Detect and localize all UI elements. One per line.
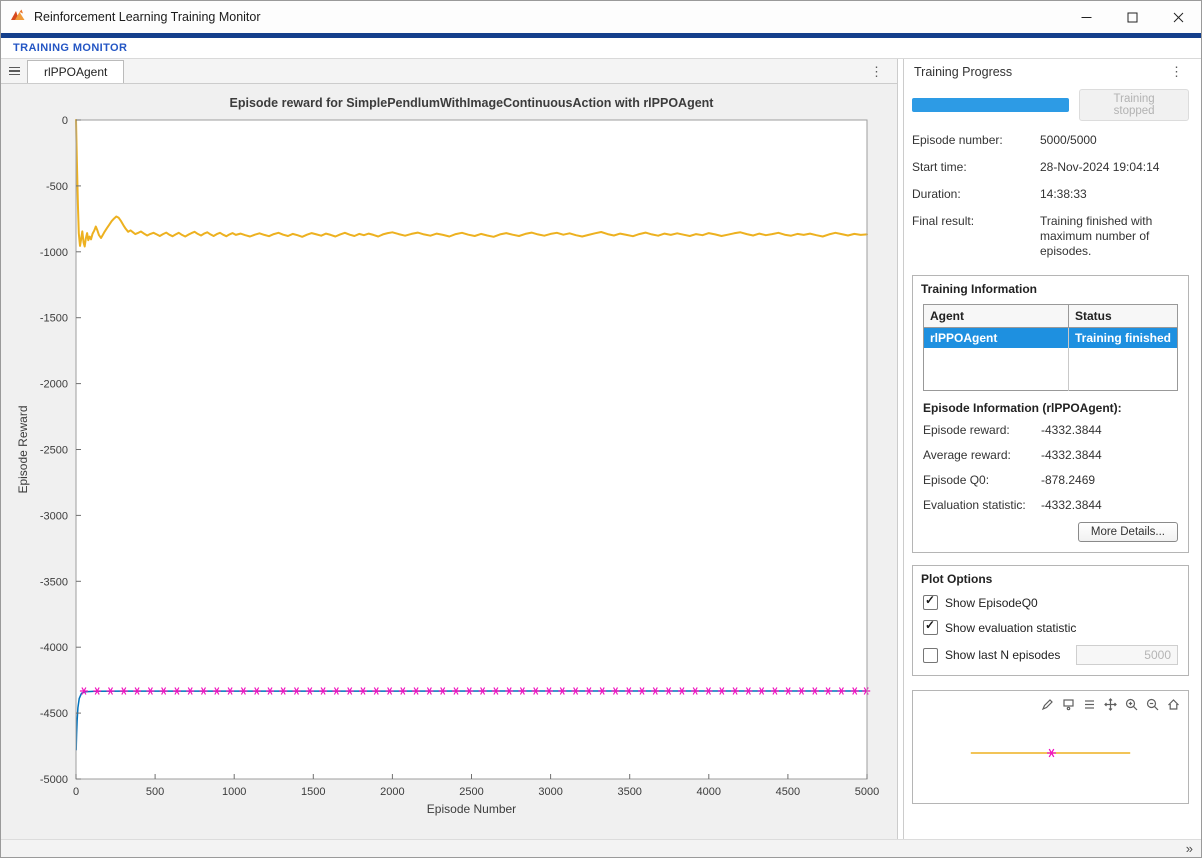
tab-training-monitor[interactable]: TRAINING MONITOR xyxy=(1,42,139,54)
svg-text:-3500: -3500 xyxy=(40,576,68,588)
plot-options-panel: Plot Options Show EpisodeQ0 Show evaluat… xyxy=(912,565,1189,676)
main-area: rlPPOAgent ⋮ 0 500 1000 1500 2000 2500 3000 350… xyxy=(1,59,1201,839)
datatip-icon[interactable] xyxy=(1059,695,1077,713)
field-label: Evaluation statistic: xyxy=(923,498,1041,512)
bottom-strip: » xyxy=(1,839,1201,857)
svg-text:2500: 2500 xyxy=(459,786,483,798)
close-button[interactable] xyxy=(1155,1,1201,33)
toolstrip: TRAINING MONITOR xyxy=(1,33,1201,59)
episode-information-fields: Episode reward: -4332.3844 Average rewar… xyxy=(913,417,1188,518)
minimize-button[interactable] xyxy=(1063,1,1109,33)
brush-icon[interactable] xyxy=(1038,695,1056,713)
episode-information-title: Episode Information (rlPPOAgent): xyxy=(913,391,1188,417)
maximize-button[interactable] xyxy=(1109,1,1155,33)
field-value: 28-Nov-2024 19:04:14 xyxy=(1040,160,1190,175)
svg-text:Episode Number: Episode Number xyxy=(427,802,516,816)
field-value: -4332.3844 xyxy=(1041,448,1178,462)
svg-text:2000: 2000 xyxy=(380,786,404,798)
svg-text:4500: 4500 xyxy=(776,786,800,798)
training-progress-pane: Training Progress ⋮ Training stopped Epi… xyxy=(903,59,1197,839)
field-label: Episode Q0: xyxy=(923,473,1041,487)
agent-status-table[interactable]: Agent Status rlPPOAgent Training finishe… xyxy=(923,304,1178,391)
svg-text:3000: 3000 xyxy=(538,786,562,798)
field-label: Final result: xyxy=(912,214,1040,259)
column-header-status[interactable]: Status xyxy=(1069,305,1178,328)
training-information-title: Training Information xyxy=(913,276,1188,300)
app-window: Reinforcement Learning Training Monitor … xyxy=(0,0,1202,858)
training-progress-bar xyxy=(912,98,1069,112)
svg-text:3500: 3500 xyxy=(617,786,641,798)
agent-cell[interactable]: rlPPOAgent xyxy=(924,328,1069,349)
svg-text:0: 0 xyxy=(62,115,68,127)
panel-menu-icon[interactable]: ⋮ xyxy=(1166,64,1187,80)
svg-text:-1000: -1000 xyxy=(40,247,68,259)
more-details-button[interactable]: More Details... xyxy=(1078,522,1178,542)
checkbox-label[interactable]: Show EpisodeQ0 xyxy=(945,596,1038,610)
svg-text:1000: 1000 xyxy=(222,786,246,798)
mini-plot-panel xyxy=(912,690,1189,804)
svg-text:4000: 4000 xyxy=(697,786,721,798)
zoom-out-icon[interactable] xyxy=(1143,695,1161,713)
plot-options-title: Plot Options xyxy=(913,566,1188,590)
field-label: Average reward: xyxy=(923,448,1041,462)
last-n-episodes-input[interactable] xyxy=(1076,645,1178,665)
field-value: -878.2469 xyxy=(1041,473,1178,487)
field-value: 5000/5000 xyxy=(1040,133,1190,148)
episode-reward-chart[interactable]: 0 500 1000 1500 2000 2500 3000 3500 4000 4500 5000… xyxy=(1,84,898,839)
titlebar: Reinforcement Learning Training Monitor xyxy=(1,1,1201,33)
document-pane: rlPPOAgent ⋮ 0 500 1000 1500 2000 2500 3000 350… xyxy=(1,59,898,839)
matlab-logo-icon xyxy=(10,7,26,28)
table-row[interactable]: rlPPOAgent Training finished xyxy=(924,328,1178,349)
svg-text:-500: -500 xyxy=(46,181,68,193)
field-label: Start time: xyxy=(912,160,1040,175)
show-evaluation-statistic-checkbox[interactable] xyxy=(923,620,938,635)
field-label: Episode number: xyxy=(912,133,1040,148)
field-label: Episode reward: xyxy=(923,423,1041,437)
document-tabbar: rlPPOAgent ⋮ xyxy=(1,59,897,84)
svg-text:-2000: -2000 xyxy=(40,379,68,391)
svg-text:0: 0 xyxy=(73,786,79,798)
checkbox-label[interactable]: Show last N episodes xyxy=(945,648,1060,662)
field-label: Duration: xyxy=(912,187,1040,202)
svg-text:-3000: -3000 xyxy=(40,510,68,522)
show-episodeq0-checkbox[interactable] xyxy=(923,595,938,610)
figure-area: 0 500 1000 1500 2000 2500 3000 3500 4000 4500 5000… xyxy=(1,84,897,839)
svg-text:-4500: -4500 xyxy=(40,708,68,720)
svg-text:1500: 1500 xyxy=(301,786,325,798)
training-progress-title: Training Progress xyxy=(914,65,1012,79)
tab-list-icon[interactable] xyxy=(1,59,27,83)
svg-text:Episode Reward: Episode Reward xyxy=(16,405,30,493)
training-information-panel: Training Information Agent Status rlPPOA… xyxy=(912,275,1189,553)
status-cell[interactable]: Training finished xyxy=(1069,328,1178,349)
column-header-agent[interactable]: Agent xyxy=(924,305,1069,328)
export-icon[interactable] xyxy=(1080,695,1098,713)
axes-toolbar xyxy=(1038,695,1182,713)
checkbox-label[interactable]: Show evaluation statistic xyxy=(945,621,1076,635)
show-last-n-episodes-checkbox[interactable] xyxy=(923,648,938,663)
tab-rlppoagent[interactable]: rlPPOAgent xyxy=(27,60,124,83)
zoom-in-icon[interactable] xyxy=(1122,695,1140,713)
progress-fields: Episode number: 5000/5000 Start time: 28… xyxy=(904,129,1197,269)
svg-text:500: 500 xyxy=(146,786,164,798)
field-value: 14:38:33 xyxy=(1040,187,1190,202)
svg-text:5000: 5000 xyxy=(855,786,879,798)
document-menu-icon[interactable]: ⋮ xyxy=(866,59,887,84)
restore-view-icon[interactable] xyxy=(1164,695,1182,713)
expand-panel-icon[interactable]: » xyxy=(1184,842,1195,855)
svg-text:Episode reward for SimplePendl: Episode reward for SimplePendlumWithImag… xyxy=(230,96,715,110)
field-value: -4332.3844 xyxy=(1041,423,1178,437)
svg-text:-4000: -4000 xyxy=(40,642,68,654)
training-stopped-button[interactable]: Training stopped xyxy=(1079,89,1189,121)
table-empty-row xyxy=(924,348,1178,391)
svg-text:-2500: -2500 xyxy=(40,445,68,457)
svg-text:-1500: -1500 xyxy=(40,313,68,325)
field-value: Training finished with maximum number of… xyxy=(1040,214,1190,259)
svg-text:-5000: -5000 xyxy=(40,774,68,786)
pan-icon[interactable] xyxy=(1101,695,1119,713)
window-title: Reinforcement Learning Training Monitor xyxy=(34,10,261,24)
progress-fill xyxy=(912,98,1069,112)
field-value: -4332.3844 xyxy=(1041,498,1178,512)
